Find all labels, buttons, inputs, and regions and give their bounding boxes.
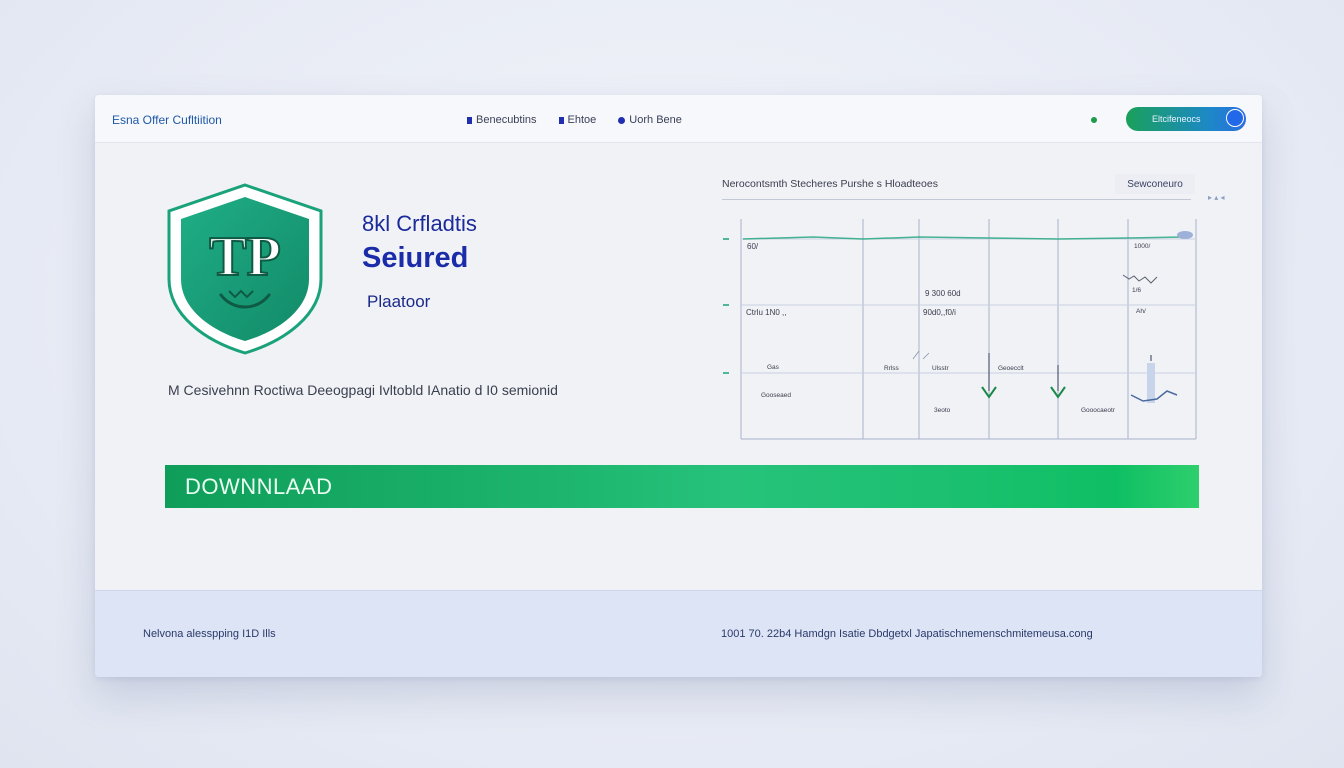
panel-divider	[722, 199, 1191, 200]
chart-label: 1/6	[1132, 287, 1142, 294]
chart-label: Gas	[767, 364, 779, 371]
app-window: Esna Offer Cufltiition Benecubtins Ehtoe…	[95, 95, 1262, 677]
panel-grid-chart	[723, 219, 1197, 440]
panel-arrows-icon: ▸ ▴ ◂	[1208, 193, 1225, 202]
grid-lines	[740, 219, 1197, 440]
top-navigation-bar: Esna Offer Cufltiition Benecubtins Ehtoe…	[95, 95, 1262, 143]
hero-heading-line1: 8kl Crfladtis	[362, 211, 477, 236]
hero-heading-line2: Seiured	[362, 242, 469, 274]
nav-item-label: Uorh Bene	[629, 114, 682, 126]
chart-label: 3eoto	[934, 407, 951, 414]
hero-subtitle: M Cesivehnn Roctiwa Deeogpagi Ivltobld I…	[168, 382, 558, 398]
chart-label: Ah/	[1136, 308, 1146, 315]
nav-item-ehtoe[interactable]: Ehtoe	[558, 114, 597, 126]
chart-label: Rrlss	[884, 365, 899, 372]
chart-label: Gooocaeotr	[1081, 407, 1115, 414]
account-button[interactable]: Eltcifeneocs	[1126, 107, 1246, 131]
footer-contact-text: 1001 70. 22b4 Hamdgn Isatie Dbdgetxl Jap…	[721, 628, 1093, 640]
chart-label: 1000/	[1134, 243, 1151, 250]
nav-item-label: Benecubtins	[476, 114, 537, 126]
download-button-label: DOWNNLAAD	[185, 473, 333, 499]
valve-marker	[1130, 355, 1178, 403]
panel-title: Nerocontsmth Stecheres Purshe s Hloadteo…	[722, 178, 938, 190]
nav-item-uorh-bene[interactable]: Uorh Bene	[618, 114, 682, 126]
main-nav: Benecubtins Ehtoe Uorh Bene	[467, 114, 682, 126]
hero-heading-line3: Plaatoor	[367, 292, 431, 311]
cloud-marker	[1177, 231, 1193, 239]
footer: Nelvona alesspping I1D Ills 1001 70. 22b…	[95, 590, 1262, 677]
footer-left-text: Nelvona alesspping I1D Ills	[143, 628, 276, 640]
chart-label: 90d0,,f0/i	[923, 308, 956, 317]
brand-title[interactable]: Esna Offer Cufltiition	[112, 113, 222, 127]
chart-label: 9 300 60d	[925, 289, 961, 298]
nav-dot-icon	[618, 116, 626, 124]
chart-label: Gooseaed	[761, 392, 791, 399]
row-markers	[723, 238, 729, 374]
download-button[interactable]: DOWNNLAAD	[165, 465, 1199, 508]
panel-tab[interactable]: Sewconeuro	[1115, 174, 1195, 194]
logo-text: TP	[209, 226, 281, 288]
nav-item-label: Ehtoe	[567, 114, 597, 126]
nav-square-icon	[558, 116, 564, 124]
down-marker	[981, 353, 997, 399]
status-dot-icon	[1091, 117, 1097, 123]
nav-square-icon	[467, 116, 472, 124]
account-button-label: Eltcifeneocs	[1152, 114, 1201, 124]
shield-logo-icon: TP	[167, 183, 323, 355]
chart-label: Ctrlu 1N0 ,,	[746, 308, 787, 317]
toggle-knob-icon	[1226, 109, 1244, 127]
nav-item-benecubtins[interactable]: Benecubtins	[467, 114, 537, 126]
chart-label: 60/	[747, 242, 759, 251]
chart-label: Ulsstr	[932, 365, 949, 372]
tick-marks	[912, 350, 930, 360]
chart-label: Geoecclt	[998, 365, 1024, 372]
